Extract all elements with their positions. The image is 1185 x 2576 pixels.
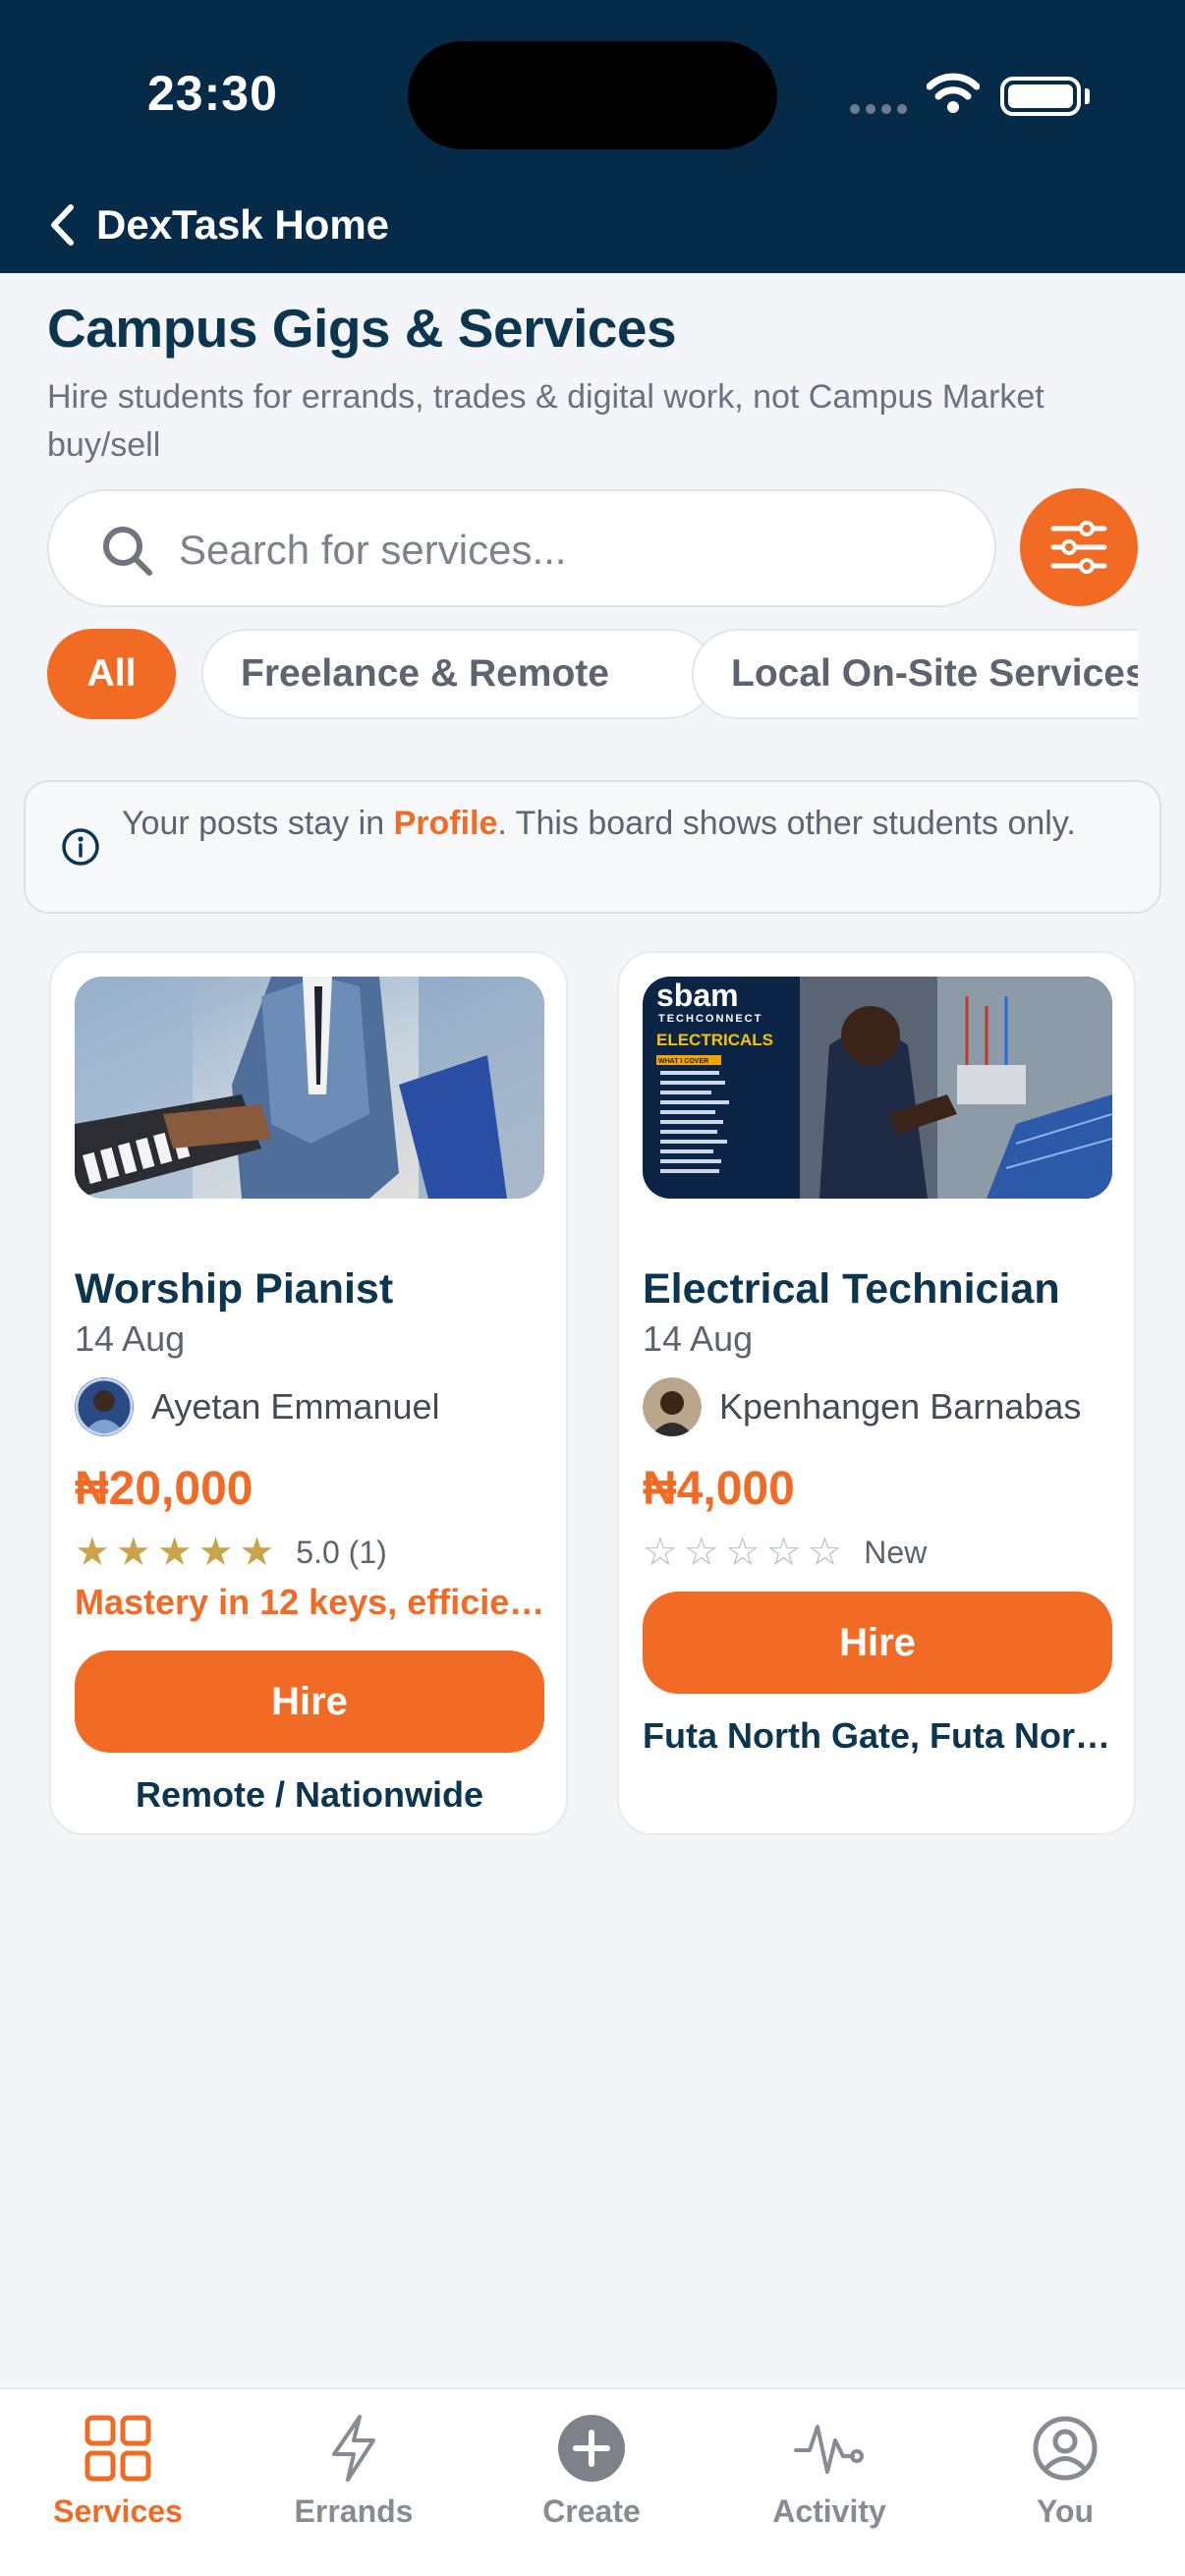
- top-bar: 23:30 DexTask Home: [0, 0, 1185, 273]
- search-icon: [103, 527, 152, 576]
- listing-title: Electrical Technician: [643, 1265, 1060, 1313]
- listing-title: Worship Pianist: [75, 1265, 394, 1313]
- info-text: Your posts stay in Profile. This board s…: [122, 805, 1076, 842]
- back-label: DexTask Home: [96, 201, 390, 248]
- chevron-left-icon: [51, 204, 74, 246]
- profile-link[interactable]: Profile: [394, 805, 498, 842]
- star-outline-icon: ☆: [724, 1531, 761, 1574]
- chip-freelance-remote[interactable]: Freelance & Remote: [201, 629, 714, 719]
- rating: ☆ ☆ ☆ ☆ ☆ New: [643, 1533, 927, 1572]
- page-title: Campus Gigs & Services: [47, 298, 677, 359]
- listing-image-electrical: sbam TECHCONNECT ELECTRICALS WHAT I COVE…: [643, 977, 1112, 1199]
- dynamic-island: [408, 41, 777, 149]
- listing-price: ₦20,000: [75, 1463, 254, 1515]
- avatar: [75, 1377, 134, 1436]
- seller-name: Kpenhangen Barnabas: [719, 1386, 1082, 1427]
- hire-button[interactable]: Hire: [643, 1592, 1112, 1694]
- star-outline-icon: ☆: [807, 1531, 843, 1574]
- cellular-signal-icon: [850, 104, 907, 114]
- search-input[interactable]: [179, 513, 965, 588]
- tab-label: You: [1036, 2493, 1095, 2529]
- banner-brand-sub: TECHCONNECT: [658, 1013, 762, 1025]
- banner-list-title: WHAT I COVER: [658, 1058, 708, 1065]
- star-icon: ★: [75, 1531, 110, 1574]
- listing-location: Remote / Nationwide: [135, 1774, 484, 1815]
- tab-label: Services: [53, 2493, 183, 2529]
- tab-activity[interactable]: Activity: [731, 2409, 928, 2530]
- category-chips: All Freelance & Remote Local On-Site Ser…: [47, 629, 1138, 721]
- tab-label: Create: [542, 2493, 641, 2529]
- listing-card[interactable]: Worship Pianist 14 Aug Ayetan Emmanuel ₦…: [49, 951, 568, 1835]
- tab-services[interactable]: Services: [20, 2409, 216, 2530]
- plus-circle-icon: [558, 2415, 625, 2482]
- star-icon: ★: [198, 1531, 234, 1574]
- wifi-icon: [927, 73, 980, 113]
- bolt-icon: [332, 2415, 375, 2482]
- page-subtitle: Hire students for errands, trades & digi…: [47, 378, 1044, 464]
- star-outline-icon: ☆: [643, 1531, 678, 1574]
- listing-date: 14 Aug: [75, 1318, 186, 1359]
- star-outline-icon: ☆: [683, 1531, 719, 1574]
- info-icon: [62, 828, 99, 866]
- search-bar[interactable]: [47, 489, 996, 607]
- listing-image-pianist: [75, 977, 544, 1199]
- hire-button[interactable]: Hire: [75, 1651, 544, 1753]
- chip-all[interactable]: All: [47, 629, 176, 719]
- bottom-tab-bar: Services Errands Create Activity You: [0, 2387, 1185, 2576]
- star-icon: ★: [156, 1531, 193, 1574]
- tab-label: Errands: [294, 2493, 414, 2529]
- user-circle-icon: [1033, 2416, 1098, 2481]
- banner-heading: ELECTRICALS: [656, 1031, 773, 1049]
- tab-create[interactable]: Create: [493, 2409, 690, 2530]
- rating-text: New: [864, 1534, 928, 1570]
- star-icon: ★: [239, 1531, 275, 1574]
- filter-button[interactable]: [1020, 488, 1138, 606]
- rating: ★ ★ ★ ★ ★ 5.0 (1): [75, 1533, 387, 1572]
- battery-icon: [1000, 77, 1081, 116]
- listing-location: Futa North Gate, Futa North Gate: [643, 1715, 1112, 1756]
- tab-errands[interactable]: Errands: [255, 2409, 452, 2530]
- pulse-icon: [794, 2425, 864, 2474]
- tab-you[interactable]: You: [967, 2409, 1163, 2530]
- seller-info[interactable]: Kpenhangen Barnabas: [643, 1377, 1081, 1436]
- chip-local-on-site-services[interactable]: Local On-Site Services: [692, 629, 1138, 719]
- seller-info[interactable]: Ayetan Emmanuel: [75, 1377, 440, 1436]
- tab-label: Activity: [772, 2493, 886, 2529]
- star-outline-icon: ☆: [765, 1531, 802, 1574]
- avatar: [643, 1377, 702, 1436]
- sliders-icon: [1050, 521, 1107, 574]
- rating-text: 5.0 (1): [296, 1534, 387, 1570]
- battery-tip: [1085, 88, 1090, 104]
- star-icon: ★: [115, 1531, 151, 1574]
- listing-card[interactable]: sbam TECHCONNECT ELECTRICALS WHAT I COVE…: [617, 951, 1136, 1835]
- seller-name: Ayetan Emmanuel: [151, 1386, 440, 1427]
- status-time: 23:30: [147, 66, 278, 121]
- grid-icon: [85, 2415, 151, 2482]
- back-button[interactable]: DexTask Home: [49, 201, 389, 249]
- banner-brand: sbam: [656, 978, 739, 1013]
- info-banner: Your posts stay in Profile. This board s…: [24, 780, 1161, 914]
- listing-date: 14 Aug: [643, 1318, 754, 1359]
- listing-price: ₦4,000: [643, 1463, 795, 1515]
- listing-tagline: Mastery in 12 keys, efficient...: [75, 1582, 546, 1622]
